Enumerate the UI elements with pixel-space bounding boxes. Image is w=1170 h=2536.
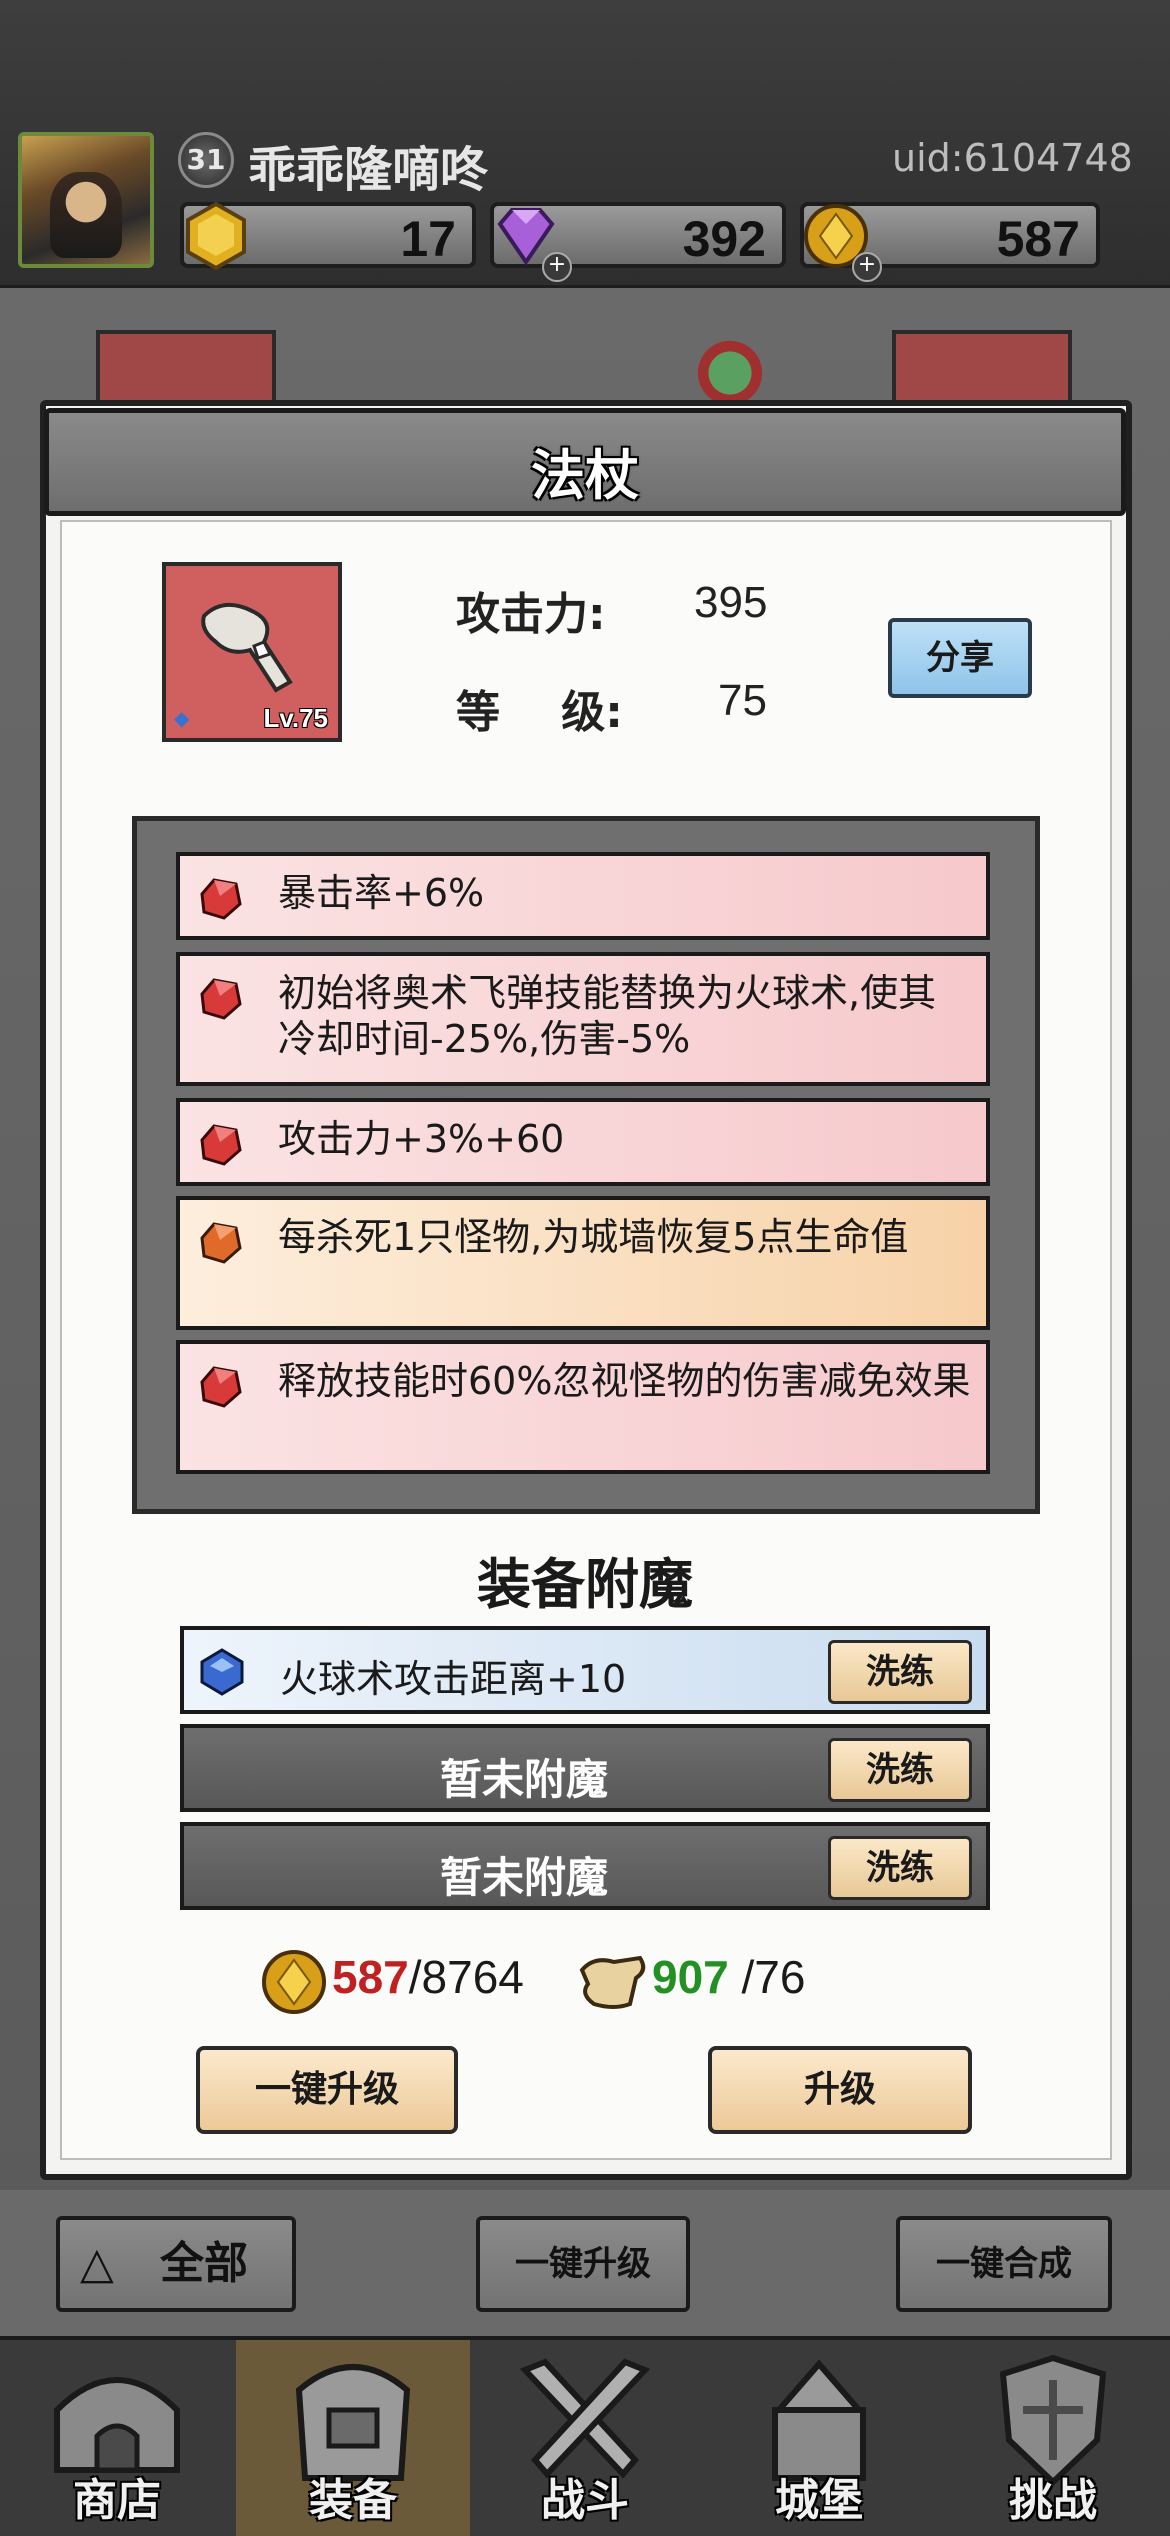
nav-equipment[interactable]: 装备 [236, 2340, 470, 2536]
affix-text: 暴击率+6% [278, 871, 485, 915]
resource-gold-hexagon: 17 [180, 201, 476, 271]
top-bar: 31 乖乖隆嘀咚 uid:6104748 17 + 392 + 587 [0, 0, 1170, 289]
affix-text: 初始将奥术飞弹技能替换为火球术,使其冷却时间-25%,伤害-5% [278, 971, 937, 1061]
nav-label: 挑战 [1009, 2475, 1097, 2526]
gold-cost: 587/8764 [332, 1950, 524, 2004]
nav-challenge[interactable]: 挑战 [936, 2340, 1170, 2536]
resource-coin: + 587 [800, 202, 1100, 282]
enchant-row-1: 火球术攻击距离+10 洗练 [180, 1626, 990, 1714]
red-gem-icon [200, 1124, 242, 1166]
gold-coin-icon [262, 1950, 326, 2014]
affix-row: 攻击力+3%+60 [176, 1098, 990, 1186]
coin-value: 587 [996, 211, 1080, 267]
bottom-nav: 商店 装备 战斗 城堡 挑战 [0, 2336, 1170, 2536]
enchant-text: 火球术攻击距离+10 [280, 1657, 627, 1701]
gold-have: 587 [332, 1951, 409, 2003]
modal-title-bar: 法杖 [44, 408, 1126, 516]
scroll-icon [579, 1955, 646, 2009]
upgrade-button[interactable]: 升级 [708, 2046, 972, 2134]
item-quality-icon: ◆ [174, 706, 190, 730]
attack-label: 攻击力: [456, 589, 606, 640]
uid-label: uid:6104748 [892, 136, 1133, 180]
reroll-button[interactable]: 洗练 [828, 1738, 972, 1802]
item-level-label: Lv.75 [263, 703, 328, 733]
enchant-row-3: 暂未附魔 洗练 [180, 1822, 990, 1910]
scroll-have: 907 [652, 1951, 729, 2003]
level-value: 75 [718, 676, 767, 725]
player-name: 乖乖隆嘀咚 [248, 142, 489, 198]
affix-row: 释放技能时60%忽视怪物的伤害减免效果 [176, 1340, 990, 1474]
affix-text: 攻击力+3%+60 [278, 1117, 565, 1161]
nav-label: 装备 [309, 2475, 397, 2526]
nav-label: 商店 [73, 2475, 161, 2526]
enchant-empty-text: 暂未附魔 [439, 1853, 608, 1902]
diamond-value: 392 [682, 211, 766, 267]
add-diamond-button[interactable]: + [542, 252, 572, 282]
filter-label: 全部 [160, 2238, 248, 2289]
affix-text: 每杀死1只怪物,为城墙恢复5点生命值 [278, 1215, 909, 1259]
blue-gem-icon [200, 1648, 244, 1696]
filter-all-button[interactable]: △ 全部 [56, 2216, 296, 2312]
resource-diamond: + 392 [490, 202, 786, 282]
red-gem-icon [200, 978, 242, 1020]
attack-value: 395 [694, 578, 768, 627]
nav-label: 城堡 [775, 2475, 863, 2526]
gold-need: /8764 [408, 1951, 524, 2003]
equipped-gem-icon [690, 338, 770, 408]
modal-title: 法杖 [531, 444, 639, 507]
red-gem-icon [200, 878, 242, 920]
affix-row: 暴击率+6% [176, 852, 990, 940]
avatar[interactable] [18, 132, 154, 268]
nav-battle[interactable]: 战斗 [468, 2340, 702, 2536]
level-label: 等 级: [456, 687, 623, 738]
player-level-badge: 31 [178, 132, 234, 188]
reroll-button[interactable]: 洗练 [828, 1640, 972, 1704]
gold-hexagon-value: 17 [400, 211, 456, 267]
one-click-upgrade-button[interactable]: 一键升级 [196, 2046, 458, 2134]
scroll-need: /76 [741, 1951, 806, 2003]
reroll-button[interactable]: 洗练 [828, 1836, 972, 1900]
add-coin-button[interactable]: + [852, 252, 882, 282]
affix-row: 每杀死1只怪物,为城墙恢复5点生命值 [176, 1196, 990, 1330]
bulk-merge-button[interactable]: 一键合成 [896, 2216, 1112, 2312]
orange-gem-icon [200, 1222, 242, 1264]
staff-icon [201, 603, 293, 693]
bulk-upgrade-button[interactable]: 一键升级 [476, 2216, 690, 2312]
triangle-icon: △ [80, 2238, 114, 2289]
red-gem-icon [200, 1366, 242, 1408]
item-icon: ◆ Lv.75 [162, 562, 342, 742]
nav-shop[interactable]: 商店 [0, 2340, 234, 2536]
gold-hexagon-icon [186, 201, 246, 271]
share-button[interactable]: 分享 [888, 618, 1032, 698]
scroll-cost: 907 /76 [652, 1950, 805, 2004]
nav-label: 战斗 [541, 2475, 629, 2526]
affix-text: 释放技能时60%忽视怪物的伤害减免效果 [278, 1359, 971, 1403]
affix-row: 初始将奥术飞弹技能替换为火球术,使其冷却时间-25%,伤害-5% [176, 952, 990, 1086]
enchant-row-2: 暂未附魔 洗练 [180, 1724, 990, 1812]
enchant-empty-text: 暂未附魔 [439, 1755, 608, 1804]
nav-castle[interactable]: 城堡 [702, 2340, 936, 2536]
enchant-title: 装备附魔 [477, 1553, 693, 1616]
